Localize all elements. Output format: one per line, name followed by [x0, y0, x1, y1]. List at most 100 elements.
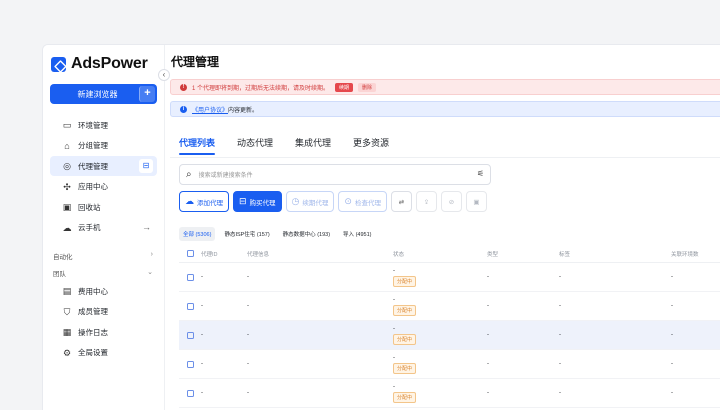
- filter-all[interactable]: 全部 (5306): [179, 227, 216, 241]
- app-window: AdsPower 新建浏览器 + ▭ 环境管理 ⌂ 分组管理 ◎ 代理管理 ⊟ …: [42, 44, 720, 410]
- renew-proxy-button[interactable]: ◷ 续期代理: [285, 191, 335, 212]
- tag-button[interactable]: ⊘: [440, 191, 462, 212]
- row-checkbox[interactable]: [187, 302, 194, 310]
- delete-button[interactable]: 删除: [358, 82, 377, 92]
- expire-alert: ! 1 个代理即将到期，过期后无法续期，请及时续期。 续期 删除: [170, 79, 720, 95]
- add-proxy-button[interactable]: ☁ 添加代理: [179, 191, 229, 212]
- tag-icon: ⊘: [448, 198, 455, 206]
- trash-icon: ▣: [62, 202, 72, 212]
- sidebar-item-groups[interactable]: ⌂ 分组管理: [50, 136, 157, 156]
- table-row[interactable]: - - - 分配中 - - -: [179, 263, 720, 292]
- filter-icon[interactable]: ⚟: [477, 169, 484, 178]
- billing-icon: ▤: [62, 286, 72, 296]
- row-checkbox[interactable]: [187, 331, 194, 339]
- table-row[interactable]: - - - 分配中 - - -: [179, 292, 720, 321]
- cell-proxy-id: -: [201, 390, 203, 396]
- sidebar-group-team[interactable]: 团队 ⌄: [53, 268, 153, 278]
- buy-proxy-button[interactable]: ⊟ 购买代理: [233, 191, 282, 212]
- row-checkbox[interactable]: [187, 360, 194, 368]
- sidebar-item-members[interactable]: ⛉ 成员管理: [50, 302, 157, 322]
- cell-tag: -: [559, 303, 561, 309]
- renew-icon: ◷: [291, 196, 300, 206]
- table-row[interactable]: - - - 分配中 - - -: [179, 379, 720, 408]
- sidebar-item-label: 应用中心: [78, 182, 108, 191]
- sidebar-item-logs[interactable]: ▦ 操作日志: [50, 322, 157, 342]
- check-proxy-button[interactable]: ⊙ 检查代理: [338, 191, 387, 212]
- table-row[interactable]: - - - 分配中 - - -: [179, 321, 720, 350]
- tab-dynamic-proxy[interactable]: 动态代理: [237, 136, 273, 155]
- sidebar-item-cloud-phone[interactable]: ☁ 云手机 →: [50, 218, 157, 238]
- filter-imported[interactable]: 导入 (4951): [339, 227, 375, 241]
- swap-icon: ⇄: [398, 198, 405, 206]
- cell-linked-envs: -: [671, 274, 673, 280]
- proxy-globe-icon: ◎: [63, 161, 71, 171]
- info-icon: i: [180, 105, 187, 113]
- cell-proxy-id: -: [201, 303, 203, 309]
- check-search-icon: ⊙: [344, 196, 352, 206]
- agreement-alert-text: 内容更新。: [228, 107, 259, 114]
- cell-status: - 分配中: [393, 268, 487, 287]
- cell-proxy-info: -: [247, 361, 249, 367]
- tab-more-resources[interactable]: 更多资源: [353, 136, 389, 155]
- cell-status: - 分配中: [393, 297, 487, 316]
- user-agreement-link[interactable]: 《用户协议》: [192, 105, 228, 114]
- status-line: -: [393, 296, 395, 303]
- sidebar-item-proxies[interactable]: ◎ 代理管理 ⊟: [50, 156, 157, 176]
- cell-tag: -: [559, 274, 561, 280]
- sidebar-item-billing[interactable]: ▤ 费用中心: [50, 281, 157, 301]
- cell-status: - 分配中: [393, 355, 487, 374]
- search-input[interactable]: ⌕ 搜索或新建搜索条件 ⚟: [179, 164, 491, 185]
- sidebar-item-trash[interactable]: ▣ 回收站: [50, 197, 157, 217]
- switch-button[interactable]: ⇄: [390, 191, 412, 212]
- buy-proxy-label: 购买代理: [249, 199, 276, 207]
- sidebar-item-label: 操作日志: [78, 327, 108, 337]
- cart-icon[interactable]: ⊟: [139, 159, 153, 173]
- renew-button[interactable]: 续期: [335, 82, 354, 92]
- row-checkbox[interactable]: [187, 273, 194, 281]
- export-button[interactable]: ⇪: [415, 191, 437, 212]
- status-badge: 分配中: [393, 275, 417, 287]
- tab-proxy-list[interactable]: 代理列表: [179, 136, 216, 155]
- cell-tag: -: [559, 361, 561, 367]
- sidebar-group-automation[interactable]: 自动化 ›: [53, 251, 153, 261]
- log-icon: ▦: [62, 327, 72, 337]
- toolbar: ☁ 添加代理 ⊟ 购买代理 ◷ 续期代理 ⊙ 检查代理 ⇄ ⇪ ⊘ ▣: [179, 191, 487, 212]
- filter-static-datacenter[interactable]: 静态数据中心 (193): [279, 227, 334, 241]
- tabs: 代理列表 动态代理 集成代理 更多资源: [179, 136, 389, 155]
- delete-proxy-button[interactable]: ▣: [465, 191, 487, 212]
- tab-integrated-proxy[interactable]: 集成代理: [295, 136, 331, 155]
- collapse-sidebar-button[interactable]: ‹: [158, 69, 170, 81]
- sidebar-item-settings[interactable]: ⚙ 全局设置: [50, 343, 157, 363]
- sidebar-item-label: 分组管理: [78, 141, 108, 150]
- new-browser-plus-button[interactable]: +: [139, 86, 155, 102]
- row-checkbox[interactable]: [187, 389, 194, 397]
- cell-status: - 分配中: [393, 326, 487, 345]
- cell-linked-envs: -: [671, 390, 673, 396]
- cell-proxy-info: -: [247, 274, 249, 280]
- sidebar-item-environments[interactable]: ▭ 环境管理: [50, 115, 157, 135]
- new-browser-button[interactable]: 新建浏览器 +: [50, 84, 157, 104]
- arrow-right-icon: →: [142, 221, 151, 232]
- cell-proxy-info: -: [247, 390, 249, 396]
- sidebar-item-app-center[interactable]: ✣ 应用中心: [50, 177, 157, 197]
- cell-linked-envs: -: [671, 303, 673, 309]
- cloud-phone-icon: ☁: [62, 222, 72, 233]
- cell-type: -: [487, 303, 489, 309]
- folder-icon: ⌂: [64, 140, 70, 151]
- sidebar-item-label: 云手机: [78, 223, 101, 232]
- renew-proxy-label: 续期代理: [302, 199, 329, 207]
- col-status: 状态: [393, 251, 405, 258]
- status-badge: 分配中: [393, 362, 417, 374]
- col-linked-envs: 关联环境数: [671, 251, 699, 258]
- cell-tag: -: [559, 390, 561, 396]
- filter-static-isp[interactable]: 静态ISP住宅 (157): [220, 227, 273, 241]
- cell-type: -: [487, 390, 489, 396]
- tabs-divider: [170, 157, 720, 158]
- add-proxy-label: 添加代理: [197, 199, 223, 207]
- select-all-checkbox[interactable]: [187, 250, 194, 257]
- cell-linked-envs: -: [671, 332, 673, 338]
- col-tag: 标签: [559, 251, 571, 258]
- status-badge: 分配中: [393, 391, 417, 403]
- table-row[interactable]: - - - 分配中 - - -: [179, 350, 720, 379]
- sidebar-item-label: 回收站: [78, 202, 101, 212]
